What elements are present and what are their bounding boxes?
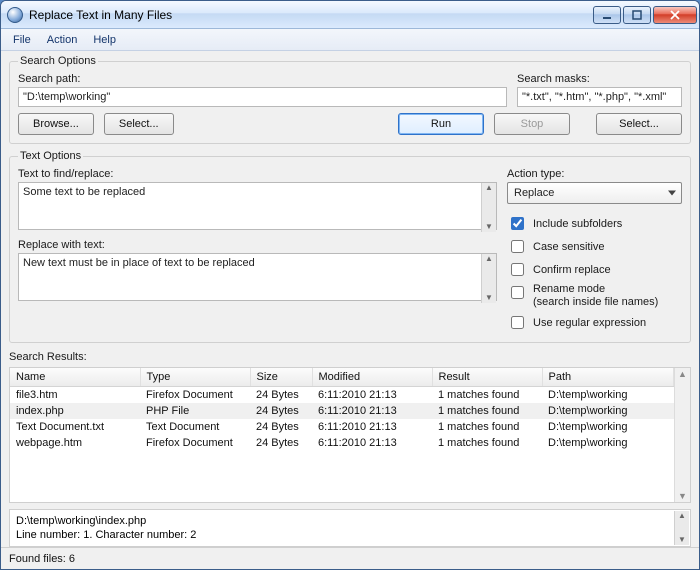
chk-confirm-replace[interactable]: Confirm replace [507,260,682,279]
results-scrollbar[interactable]: ▲▼ [674,368,690,502]
text-options-group: Text Options Text to find/replace: Some … [9,150,691,343]
search-options-legend: Search Options [18,55,98,67]
table-row[interactable]: index.phpPHP File24 Bytes6:11:2010 21:13… [10,403,674,419]
col-type[interactable]: Type [140,368,250,387]
find-textarea[interactable]: Some text to be replaced [18,182,497,230]
results-table[interactable]: Name Type Size Modified Result Path file… [10,368,674,451]
details-spin[interactable]: ▲▼ [674,511,689,545]
table-row[interactable]: file3.htmFirefox Document24 Bytes6:11:20… [10,387,674,404]
status-found-files: Found files: 6 [9,553,75,565]
select-masks-button[interactable]: Select... [596,113,682,135]
search-path-input[interactable] [18,87,507,107]
chk-case-sensitive[interactable]: Case sensitive [507,237,682,256]
select-path-button[interactable]: Select... [104,113,174,135]
chk-include-subfolders[interactable]: Include subfolders [507,214,682,233]
action-type-combo[interactable]: Replace [507,182,682,204]
window-controls [593,6,697,24]
chevron-up-icon: ▲ [678,368,687,380]
search-options-group: Search Options Search path: Search masks… [9,55,691,144]
menu-help[interactable]: Help [85,32,124,48]
search-masks-label: Search masks: [517,73,682,85]
search-masks-input[interactable] [517,87,682,107]
menu-action[interactable]: Action [39,32,86,48]
find-spin[interactable]: ▲▼ [481,183,496,232]
search-path-label: Search path: [18,73,507,85]
app-window: Replace Text in Many Files File Action H… [0,0,700,570]
col-modified[interactable]: Modified [312,368,432,387]
replace-spin[interactable]: ▲▼ [481,254,496,303]
text-options-legend: Text Options [18,150,83,162]
table-row[interactable]: webpage.htmFirefox Document24 Bytes6:11:… [10,435,674,451]
chevron-up-icon: ▲ [485,183,493,193]
replace-label: Replace with text: [18,239,497,251]
col-path[interactable]: Path [542,368,674,387]
app-icon [7,7,23,23]
chk-rename-mode[interactable]: Rename mode(search inside file names) [507,283,682,309]
window-title: Replace Text in Many Files [29,8,593,22]
chevron-down-icon: ▼ [485,293,493,303]
browse-button[interactable]: Browse... [18,113,94,135]
col-result[interactable]: Result [432,368,542,387]
titlebar[interactable]: Replace Text in Many Files [1,1,699,29]
result-details: D:\temp\working\index.php Line number: 1… [9,509,691,547]
details-position: Line number: 1. Character number: 2 [16,528,684,542]
col-name[interactable]: Name [10,368,140,387]
stop-button[interactable]: Stop [494,113,570,135]
menu-file[interactable]: File [5,32,39,48]
table-row[interactable]: Text Document.txtText Document24 Bytes6:… [10,419,674,435]
statusbar: Found files: 6 [1,547,699,569]
chevron-down-icon: ▼ [678,535,686,545]
client-area: Search Options Search path: Search masks… [1,51,699,547]
chk-regex[interactable]: Use regular expression [507,313,682,332]
chevron-down-icon: ▼ [678,490,687,502]
search-results-label: Search Results: [9,351,691,363]
run-button[interactable]: Run [398,113,484,135]
chevron-down-icon: ▼ [485,222,493,232]
menubar: File Action Help [1,29,699,51]
find-label: Text to find/replace: [18,168,497,180]
minimize-button[interactable] [593,6,621,24]
action-type-label: Action type: [507,168,682,180]
col-size[interactable]: Size [250,368,312,387]
results-table-wrap: Name Type Size Modified Result Path file… [9,367,691,503]
chevron-up-icon: ▲ [485,254,493,264]
details-path: D:\temp\working\index.php [16,514,684,528]
close-button[interactable] [653,6,697,24]
chevron-up-icon: ▲ [678,511,686,521]
replace-textarea[interactable]: New text must be in place of text to be … [18,253,497,301]
maximize-button[interactable] [623,6,651,24]
